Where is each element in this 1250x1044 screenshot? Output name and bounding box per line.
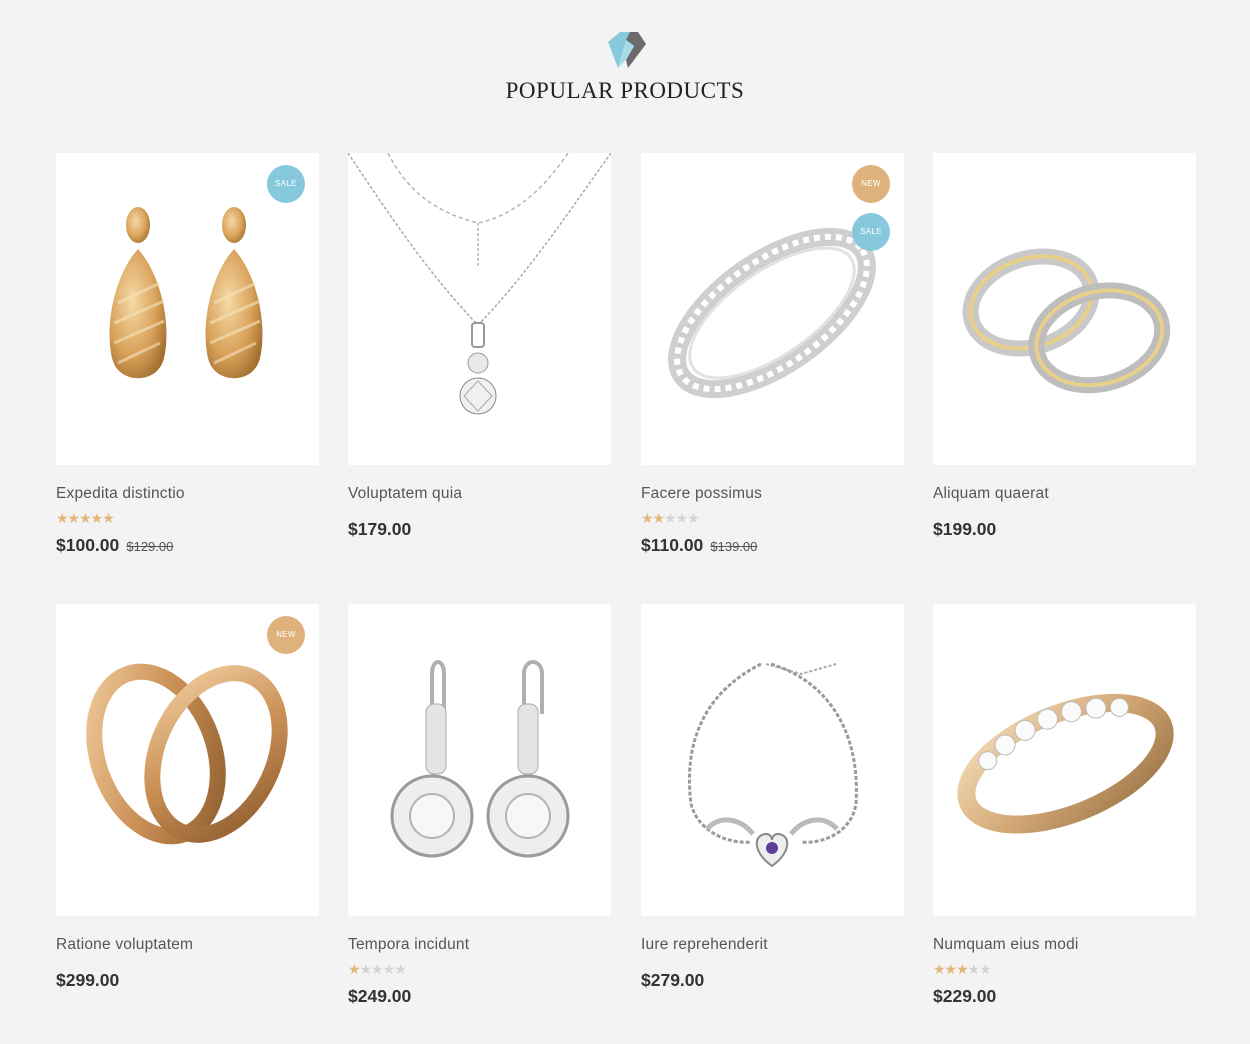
product-image-link[interactable] — [933, 153, 1196, 465]
product-price: $179.00 — [348, 519, 412, 539]
product-image-link[interactable]: NEW SALE — [641, 153, 904, 465]
star-rating: ★★★★★ — [641, 511, 700, 527]
product-card: Tempora incidunt ★★★★★ $249.00 — [348, 604, 611, 1006]
product-card: NEW SALE Facere possimus ★★★★★ $110.00 $… — [641, 153, 904, 555]
product-name[interactable]: Expedita distinctio — [56, 485, 319, 503]
section-title: POPULAR PRODUCTS — [505, 78, 745, 103]
product-card: Numquam eius modi ★★★★★ $229.00 — [933, 604, 1196, 1006]
star-rating: ★★★★★ — [348, 962, 407, 978]
product-image — [390, 660, 570, 858]
product-image — [688, 662, 858, 868]
product-card: Voluptatem quia $179.00 — [348, 153, 611, 539]
product-name[interactable]: Ratione voluptatem — [56, 936, 319, 954]
old-price: $129.00 — [126, 539, 174, 554]
product-image-link[interactable]: NEW — [56, 604, 319, 916]
star-rating: ★★★★★ — [933, 962, 992, 978]
product-name[interactable]: Aliquam quaerat — [933, 485, 1196, 503]
product-price: $229.00 — [933, 986, 997, 1006]
product-name[interactable]: Facere possimus — [641, 485, 904, 503]
product-name[interactable]: Voluptatem quia — [348, 485, 611, 503]
product-image — [962, 248, 1171, 394]
sale-badge: SALE — [852, 213, 890, 251]
product-price: $199.00 — [933, 519, 997, 539]
product-price: $100.00 $129.00 — [56, 535, 174, 555]
product-card: Aliquam quaerat $199.00 — [933, 153, 1196, 539]
product-price: $249.00 — [348, 986, 412, 1006]
sale-badge: SALE — [267, 165, 305, 203]
product-image-link[interactable] — [933, 604, 1196, 916]
product-image-link[interactable]: SALE — [56, 153, 319, 465]
new-badge: NEW — [267, 616, 305, 654]
product-name[interactable]: Numquam eius modi — [933, 936, 1196, 954]
star-rating: ★★★★★ — [56, 511, 115, 527]
product-card: SALE Expedita distinctio ★★★★★ $100.00 $… — [56, 153, 319, 555]
old-price: $139.00 — [710, 539, 758, 554]
product-name[interactable]: Iure reprehenderit — [641, 936, 904, 954]
diamond-icon — [608, 32, 646, 68]
product-image — [957, 693, 1174, 834]
product-price: $110.00 $139.00 — [641, 535, 758, 555]
product-image — [348, 153, 611, 415]
product-image-link[interactable] — [641, 604, 904, 916]
product-image-link[interactable] — [348, 153, 611, 465]
product-price: $299.00 — [56, 970, 120, 990]
product-image-link[interactable] — [348, 604, 611, 916]
product-card: Iure reprehenderit $279.00 — [641, 604, 904, 990]
product-price: $279.00 — [641, 970, 705, 990]
product-card: NEW Ratione voluptatem $299.00 — [56, 604, 319, 990]
new-badge: NEW — [852, 165, 890, 203]
product-name[interactable]: Tempora incidunt — [348, 936, 611, 954]
